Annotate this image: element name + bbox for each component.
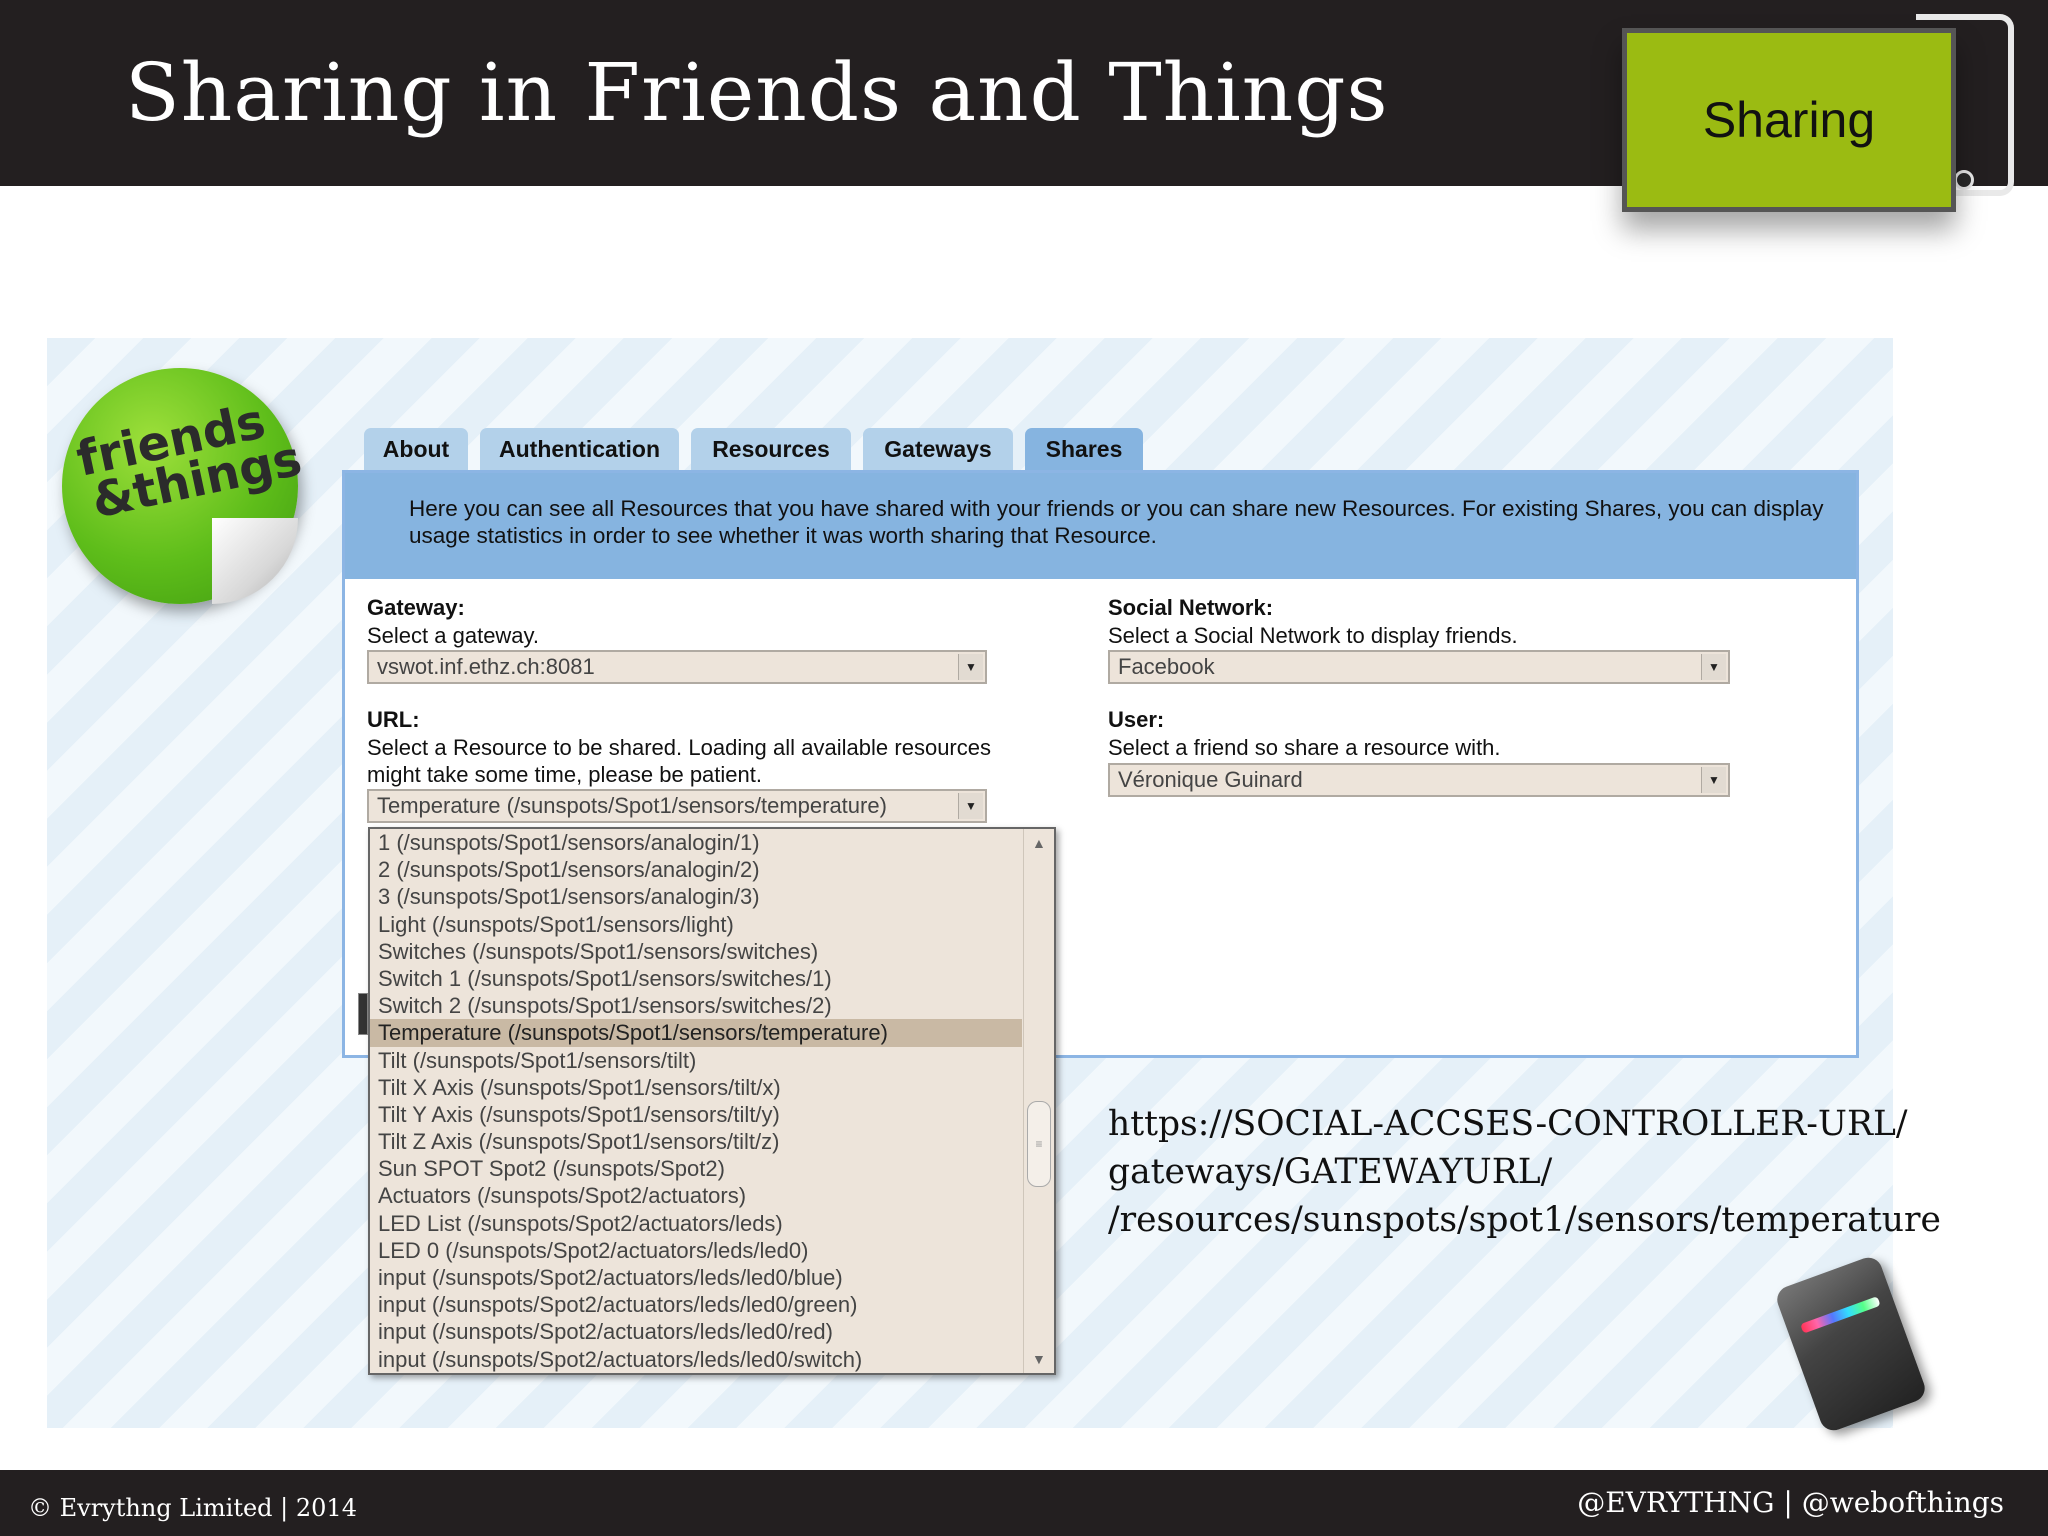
social-network-select[interactable]: Facebook ▼ [1108,650,1730,684]
social-handles: @EVRYTHNG | @webofthings [1577,1486,2004,1519]
led-strip-graphic [1800,1296,1881,1334]
url-pattern: https://SOCIAL-ACCSES-CONTROLLER-URL/ ga… [1108,1100,1941,1244]
friends-and-things-logo: friends &things [62,368,306,604]
social-network-help: Select a Social Network to display frien… [1108,623,1518,648]
scrollbar-thumb[interactable]: ≡ [1027,1101,1051,1187]
dropdown-option[interactable]: 3 (/sunspots/Spot1/sensors/analogin/3) [370,883,1022,910]
url-select[interactable]: Temperature (/sunspots/Spot1/sensors/tem… [367,789,987,823]
url-label: URL: [367,707,420,732]
device-button-graphic [1954,170,1974,190]
dropdown-option[interactable]: input (/sunspots/Spot2/actuators/leds/le… [370,1291,1022,1318]
dropdown-option[interactable]: Switch 1 (/sunspots/Spot1/sensors/switch… [370,965,1022,992]
social-network-label: Social Network: [1108,595,1274,620]
chevron-down-icon[interactable]: ▼ [1701,654,1726,680]
tab-gateways[interactable]: Gateways [863,428,1013,470]
dropdown-option[interactable]: Temperature (/sunspots/Spot1/sensors/tem… [370,1019,1022,1047]
user-label: User: [1108,707,1165,732]
tab-authentication[interactable]: Authentication [480,428,679,470]
tab-resources[interactable]: Resources [691,428,851,470]
dropdown-option[interactable]: 1 (/sunspots/Spot1/sensors/analogin/1) [370,829,1022,856]
dropdown-option[interactable]: LED List (/sunspots/Spot2/actuators/leds… [370,1210,1022,1237]
dropdown-option[interactable]: Tilt Z Axis (/sunspots/Spot1/sensors/til… [370,1128,1022,1155]
copyright-text: © Evrythng Limited | 2014 [28,1494,357,1522]
url-dropdown-list[interactable]: 1 (/sunspots/Spot1/sensors/analogin/1) 2 … [368,827,1056,1375]
tab-about[interactable]: About [364,428,468,470]
url-select-value: Temperature (/sunspots/Spot1/sensors/tem… [377,793,887,818]
arrow-down-icon[interactable]: ▼ [1032,1351,1046,1367]
dropdown-option[interactable]: input (/sunspots/Spot2/actuators/leds/le… [370,1346,1022,1373]
dropdown-option[interactable]: Switch 2 (/sunspots/Spot1/sensors/switch… [370,992,1022,1019]
gateway-help: Select a gateway. [367,623,540,648]
url-pattern-line-3: /resources/sunspots/spot1/sensors/temper… [1108,1200,1941,1240]
dropdown-option[interactable]: 2 (/sunspots/Spot1/sensors/analogin/2) [370,856,1022,883]
chevron-down-icon[interactable]: ▼ [958,793,983,819]
gateway-select[interactable]: vswot.inf.ethz.ch:8081 ▼ [367,650,987,684]
gateway-select-value: vswot.inf.ethz.ch:8081 [377,654,595,679]
dropdown-option[interactable]: Switches (/sunspots/Spot1/sensors/switch… [370,938,1022,965]
dropdown-option[interactable]: Tilt (/sunspots/Spot1/sensors/tilt) [370,1047,1022,1074]
gateway-label: Gateway: [367,595,465,620]
url-pattern-line-2: gateways/GATEWAYURL/ [1108,1152,1553,1192]
user-select[interactable]: Véronique Guinard ▼ [1108,763,1730,797]
dropdown-option[interactable]: LED 0 (/sunspots/Spot2/actuators/leds/le… [370,1237,1022,1264]
sharing-badge: Sharing [1622,28,1956,212]
dropdown-option[interactable]: Sun SPOT Spot2 (/sunspots/Spot2) [370,1155,1022,1182]
dropdown-option[interactable]: input (/sunspots/Spot2/actuators/leds/le… [370,1264,1022,1291]
url-help: Select a Resource to be shared. Loading … [367,735,991,787]
tab-shares[interactable]: Shares [1025,428,1143,470]
arrow-up-icon[interactable]: ▲ [1032,835,1046,851]
url-pattern-line-1: https://SOCIAL-ACCSES-CONTROLLER-URL/ [1108,1104,1908,1144]
dropdown-options: 1 (/sunspots/Spot1/sensors/analogin/1) 2 … [370,829,1022,1373]
slide-title: Sharing in Friends and Things [125,46,1389,139]
chevron-down-icon[interactable]: ▼ [1701,767,1726,793]
chevron-down-icon[interactable]: ▼ [958,654,983,680]
dropdown-option[interactable]: Light (/sunspots/Spot1/sensors/light) [370,911,1022,938]
dropdown-scrollbar[interactable]: ▲ ≡ ▼ [1023,829,1054,1373]
user-help: Select a friend so share a resource with… [1108,735,1501,760]
info-text: Here you can see all Resources that you … [409,496,1824,548]
dropdown-option[interactable]: Tilt Y Axis (/sunspots/Spot1/sensors/til… [370,1101,1022,1128]
social-network-select-value: Facebook [1118,654,1215,679]
info-band: Here you can see all Resources that you … [345,473,1856,579]
dropdown-option[interactable]: Tilt X Axis (/sunspots/Spot1/sensors/til… [370,1074,1022,1101]
dropdown-option[interactable]: Actuators (/sunspots/Spot2/actuators) [370,1182,1022,1209]
dropdown-option[interactable]: input (/sunspots/Spot2/actuators/leds/le… [370,1318,1022,1345]
hidden-control-edge [358,993,368,1035]
user-select-value: Véronique Guinard [1118,767,1303,792]
